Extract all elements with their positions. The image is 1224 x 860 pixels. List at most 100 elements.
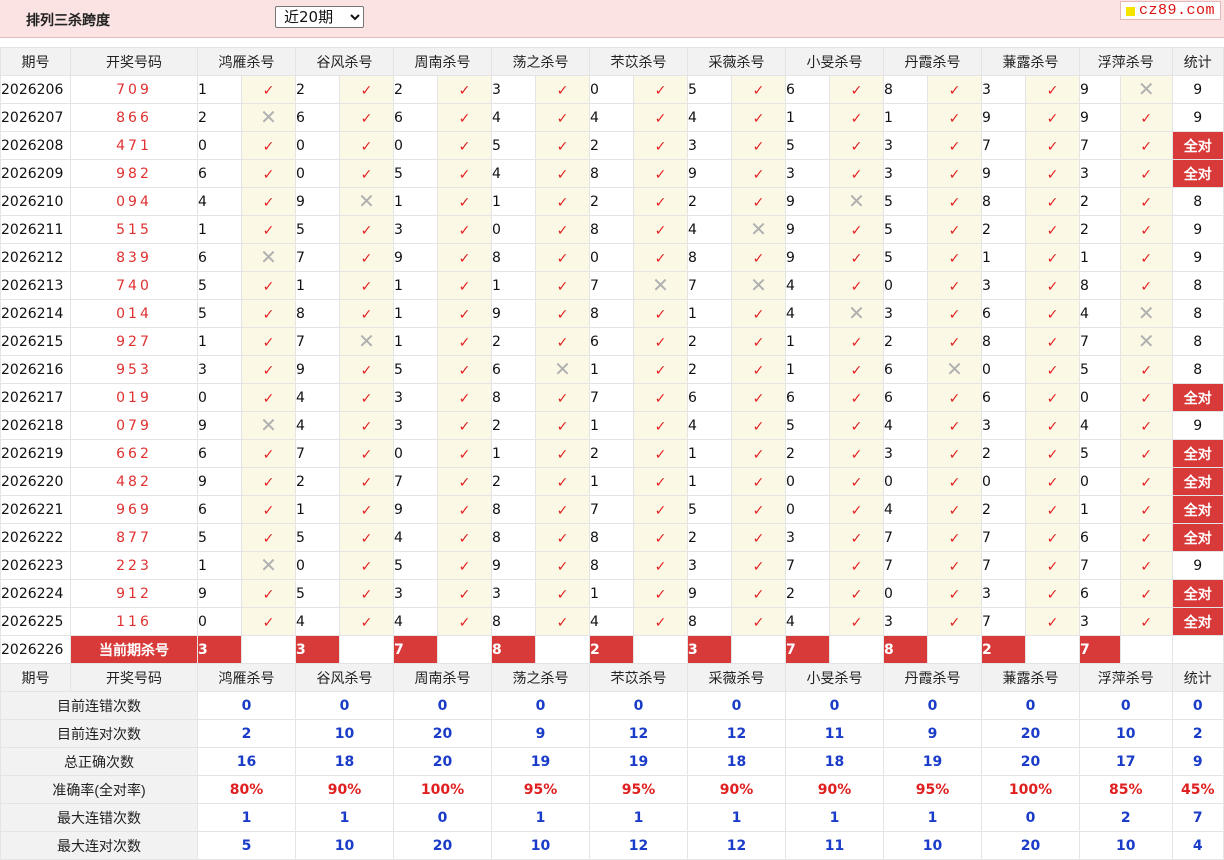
kill-number: 7 [981, 551, 1026, 580]
check-icon: ✓ [829, 215, 884, 244]
check-icon: ✓ [927, 159, 982, 188]
check-icon: ✓ [1120, 607, 1173, 636]
col-header-expert: 鸿雁杀号 [197, 663, 296, 692]
check-icon: ✓ [437, 607, 492, 636]
blank-cell [241, 635, 296, 664]
summary-value: 10 [295, 719, 394, 748]
kill-number: 3 [393, 579, 438, 608]
check-icon: ✓ [1025, 187, 1080, 216]
kill-number: 5 [785, 131, 830, 160]
kill-number: 1 [687, 299, 732, 328]
kill-number: 2 [393, 75, 438, 104]
col-header-draw: 开奖号码 [70, 663, 198, 692]
kill-number: 4 [295, 411, 340, 440]
kill-number: 9 [981, 103, 1026, 132]
kill-number: 0 [785, 495, 830, 524]
check-icon: ✓ [927, 439, 982, 468]
cross-icon: ✕ [731, 215, 786, 244]
summary-value: 19 [883, 747, 982, 776]
check-icon: ✓ [829, 355, 884, 384]
cross-icon: ✕ [241, 551, 296, 580]
kill-number: 2 [981, 495, 1026, 524]
kill-number: 6 [687, 383, 732, 412]
kill-number: 0 [197, 607, 242, 636]
kill-number: 7 [295, 243, 340, 272]
kill-number: 0 [197, 131, 242, 160]
check-icon: ✓ [437, 495, 492, 524]
check-icon: ✓ [731, 495, 786, 524]
kill-number: 1 [1079, 243, 1121, 272]
check-icon: ✓ [1120, 243, 1173, 272]
blank-cell [1025, 635, 1080, 664]
summary-value: 1 [785, 803, 884, 832]
check-icon: ✓ [535, 103, 590, 132]
kill-number: 0 [589, 243, 634, 272]
summary-value: 95% [589, 775, 688, 804]
kill-number: 8 [491, 607, 536, 636]
period-select[interactable]: 近20期 [275, 6, 364, 28]
blank-cell [437, 635, 492, 664]
kill-number: 1 [785, 355, 830, 384]
col-header-expert: 芣苡杀号 [589, 663, 688, 692]
issue-number: 2026216 [0, 355, 71, 384]
check-icon: ✓ [1025, 327, 1080, 356]
check-icon: ✓ [339, 551, 394, 580]
kill-number: 7 [981, 523, 1026, 552]
kill-number: 3 [197, 355, 242, 384]
kill-number: 5 [687, 495, 732, 524]
kill-number: 1 [393, 187, 438, 216]
site-logo[interactable]: cz89.com [1120, 1, 1221, 20]
check-icon: ✓ [437, 551, 492, 580]
blank-cell [927, 635, 982, 664]
kill-number: 1 [393, 327, 438, 356]
summary-value: 0 [687, 691, 786, 720]
kill-number: 9 [687, 159, 732, 188]
check-icon: ✓ [437, 383, 492, 412]
kill-number: 5 [295, 523, 340, 552]
table-row: 2026214 014 5 ✓ 8 ✓ 1 ✓ 9 ✓ 8 ✓ 1 ✓ 4 ✕ 3 ✓ 6 ✓ 4 ✕ 8 [0, 299, 1224, 328]
summary-value: 1 [589, 803, 688, 832]
kill-number: 1 [197, 327, 242, 356]
check-icon: ✓ [1025, 551, 1080, 580]
check-icon: ✓ [241, 355, 296, 384]
kill-number: 3 [883, 159, 928, 188]
check-icon: ✓ [1120, 355, 1173, 384]
cross-icon: ✕ [1120, 75, 1173, 104]
col-header-expert: 采薇杀号 [687, 663, 786, 692]
kill-number: 9 [197, 411, 242, 440]
kill-number: 5 [687, 75, 732, 104]
kill-number: 1 [295, 271, 340, 300]
check-icon: ✓ [633, 579, 688, 608]
kill-number: 5 [393, 159, 438, 188]
check-icon: ✓ [241, 607, 296, 636]
kill-number: 1 [197, 215, 242, 244]
summary-value: 20 [981, 719, 1080, 748]
kill-number: 4 [687, 103, 732, 132]
kill-number: 5 [883, 215, 928, 244]
kill-number: 7 [295, 439, 340, 468]
summary-value: 0 [491, 691, 590, 720]
table-row: 2026208 471 0 ✓ 0 ✓ 0 ✓ 5 ✓ 2 ✓ 3 ✓ 5 ✓ 3 ✓ 7 ✓ 7 ✓ 全对 [0, 131, 1224, 160]
check-icon: ✓ [1120, 411, 1173, 440]
issue-number: 2026224 [0, 579, 71, 608]
current-kill-number: 3 [197, 635, 242, 664]
issue-number: 2026221 [0, 495, 71, 524]
check-icon: ✓ [633, 355, 688, 384]
check-icon: ✓ [1025, 103, 1080, 132]
check-icon: ✓ [339, 271, 394, 300]
check-icon: ✓ [927, 327, 982, 356]
summary-value: 1 [197, 803, 296, 832]
check-icon: ✓ [829, 131, 884, 160]
kill-number: 6 [197, 243, 242, 272]
col-header-issue: 期号 [0, 663, 71, 692]
table-row: 2026212 839 6 ✕ 7 ✓ 9 ✓ 8 ✓ 0 ✓ 8 ✓ 9 ✓ 5 ✓ 1 ✓ 1 ✓ 9 [0, 243, 1224, 272]
kill-number: 7 [295, 327, 340, 356]
check-icon: ✓ [829, 383, 884, 412]
summary-stat: 0 [1171, 691, 1224, 720]
check-icon: ✓ [535, 607, 590, 636]
kill-number: 4 [1079, 411, 1121, 440]
row-stat: 9 [1171, 75, 1224, 104]
summary-value: 12 [687, 831, 786, 860]
kill-number: 8 [491, 383, 536, 412]
check-icon: ✓ [437, 243, 492, 272]
